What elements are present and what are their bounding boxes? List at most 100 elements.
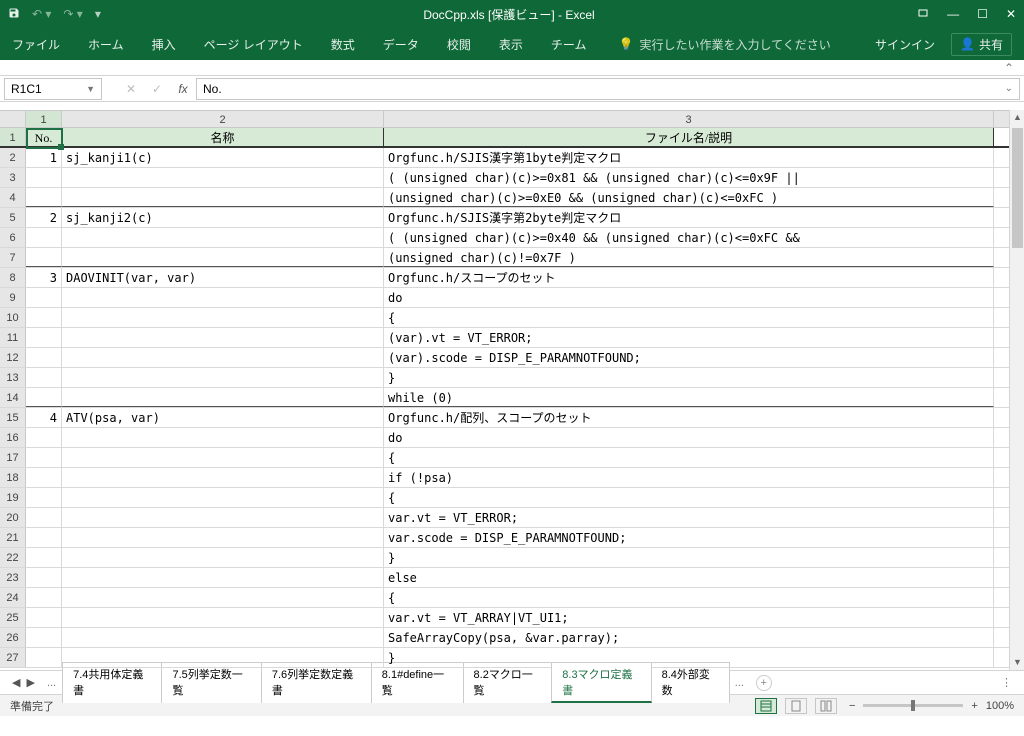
header-cell[interactable]: ファイル名/説明 xyxy=(384,128,994,146)
cell[interactable]: sj_kanji1(c) xyxy=(62,148,384,167)
cell[interactable] xyxy=(62,428,384,447)
qat-customize-icon[interactable]: ▾ xyxy=(95,7,101,21)
cell[interactable] xyxy=(62,568,384,587)
tell-me[interactable]: 💡実行したい作業を入力してください xyxy=(618,36,830,53)
cell[interactable]: ( (unsigned char)(c)>=0x81 && (unsigned … xyxy=(384,168,994,187)
cell[interactable] xyxy=(62,528,384,547)
tab-page-layout[interactable]: ページ レイアウト xyxy=(204,36,303,53)
row-header[interactable]: 5 xyxy=(0,208,26,227)
cell[interactable]: var.vt = VT_ERROR; xyxy=(384,508,994,527)
cell[interactable] xyxy=(26,368,62,387)
add-sheet-button[interactable]: + xyxy=(756,675,772,691)
row-header[interactable]: 19 xyxy=(0,488,26,507)
fx-icon[interactable]: fx xyxy=(170,82,196,96)
col-header[interactable]: 2 xyxy=(62,111,384,127)
close-icon[interactable]: ✕ xyxy=(1006,7,1016,22)
row-header[interactable]: 27 xyxy=(0,648,26,667)
row-header[interactable]: 8 xyxy=(0,268,26,287)
sheet-nav-prev-icon[interactable]: ◀ xyxy=(12,676,20,689)
minimize-icon[interactable]: — xyxy=(947,7,959,22)
ribbon-display-icon[interactable] xyxy=(917,7,929,22)
cell[interactable]: ( (unsigned char)(c)>=0x40 && (unsigned … xyxy=(384,228,994,247)
redo-icon[interactable]: ↷ ▾ xyxy=(63,7,82,21)
row-header[interactable]: 22 xyxy=(0,548,26,567)
row-header[interactable]: 23 xyxy=(0,568,26,587)
cell[interactable]: 4 xyxy=(26,408,62,427)
cell[interactable]: while (0) xyxy=(384,388,994,407)
share-button[interactable]: 👤共有 xyxy=(951,33,1012,56)
cell[interactable] xyxy=(62,548,384,567)
row-header[interactable]: 24 xyxy=(0,588,26,607)
cell[interactable] xyxy=(26,488,62,507)
row-header[interactable]: 26 xyxy=(0,628,26,647)
row-header[interactable]: 13 xyxy=(0,368,26,387)
sheet-nav-next-icon[interactable]: ▶ xyxy=(26,676,34,689)
row-header[interactable]: 17 xyxy=(0,448,26,467)
tab-file[interactable]: ファイル xyxy=(12,36,60,53)
cell[interactable]: { xyxy=(384,488,994,507)
tab-view[interactable]: 表示 xyxy=(499,36,523,53)
cell[interactable]: Orgfunc.h/スコープのセット xyxy=(384,268,994,287)
row-header[interactable]: 25 xyxy=(0,608,26,627)
cell[interactable] xyxy=(62,488,384,507)
cell[interactable] xyxy=(26,608,62,627)
cell[interactable] xyxy=(26,308,62,327)
cell[interactable] xyxy=(26,388,62,407)
cell[interactable]: ATV(psa, var) xyxy=(62,408,384,427)
cell[interactable]: } xyxy=(384,648,994,667)
zoom-level[interactable]: 100% xyxy=(986,700,1014,712)
cell[interactable]: (var).vt = VT_ERROR; xyxy=(384,328,994,347)
cell[interactable] xyxy=(26,448,62,467)
cell[interactable] xyxy=(62,328,384,347)
col-header[interactable]: 3 xyxy=(384,111,994,127)
row-header[interactable]: 18 xyxy=(0,468,26,487)
cell[interactable] xyxy=(26,348,62,367)
row-header[interactable]: 1 xyxy=(0,128,26,146)
ribbon-collapse-icon[interactable]: ⌃ xyxy=(1004,61,1014,75)
cell[interactable] xyxy=(62,628,384,647)
save-icon[interactable] xyxy=(8,7,20,22)
tab-review[interactable]: 校閲 xyxy=(447,36,471,53)
vertical-scrollbar[interactable]: ▲ ▼ xyxy=(1009,110,1024,670)
cell[interactable] xyxy=(26,468,62,487)
cell[interactable]: 3 xyxy=(26,268,62,287)
cell[interactable] xyxy=(62,308,384,327)
cell[interactable] xyxy=(62,608,384,627)
cell[interactable] xyxy=(26,648,62,667)
cell[interactable] xyxy=(62,188,384,207)
formula-expand-icon[interactable]: ⌄ xyxy=(1005,83,1013,94)
cell[interactable] xyxy=(26,428,62,447)
zoom-out-button[interactable]: − xyxy=(849,700,855,712)
row-header[interactable]: 15 xyxy=(0,408,26,427)
row-header[interactable]: 2 xyxy=(0,148,26,167)
cell[interactable] xyxy=(62,388,384,407)
zoom-slider[interactable] xyxy=(863,704,963,707)
tab-data[interactable]: データ xyxy=(383,36,419,53)
row-header[interactable]: 16 xyxy=(0,428,26,447)
cell[interactable]: SafeArrayCopy(psa, &var.parray); xyxy=(384,628,994,647)
cell[interactable]: { xyxy=(384,588,994,607)
cell[interactable]: else xyxy=(384,568,994,587)
cell[interactable] xyxy=(26,188,62,207)
scroll-down-icon[interactable]: ▼ xyxy=(1010,655,1024,670)
cell[interactable]: (unsigned char)(c)>=0xE0 && (unsigned ch… xyxy=(384,188,994,207)
maximize-icon[interactable]: ☐ xyxy=(977,7,988,22)
sheet-overflow-left[interactable]: ... xyxy=(41,677,62,689)
cell[interactable] xyxy=(62,648,384,667)
row-header[interactable]: 7 xyxy=(0,248,26,267)
row-header[interactable]: 14 xyxy=(0,388,26,407)
cell[interactable]: (var).scode = DISP_E_PARAMNOTFOUND; xyxy=(384,348,994,367)
sheet-tab[interactable]: 8.3マクロ定義書 xyxy=(551,662,651,703)
tab-team[interactable]: チーム xyxy=(551,36,587,53)
cell[interactable]: 1 xyxy=(26,148,62,167)
row-header[interactable]: 4 xyxy=(0,188,26,207)
cell[interactable]: } xyxy=(384,548,994,567)
header-cell[interactable]: No. xyxy=(26,128,62,146)
row-header[interactable]: 11 xyxy=(0,328,26,347)
cell[interactable] xyxy=(26,528,62,547)
cell[interactable] xyxy=(26,248,62,267)
cell[interactable] xyxy=(26,288,62,307)
name-box[interactable]: R1C1 ▼ xyxy=(4,78,102,100)
cell[interactable] xyxy=(26,228,62,247)
chevron-down-icon[interactable]: ▼ xyxy=(86,84,95,94)
